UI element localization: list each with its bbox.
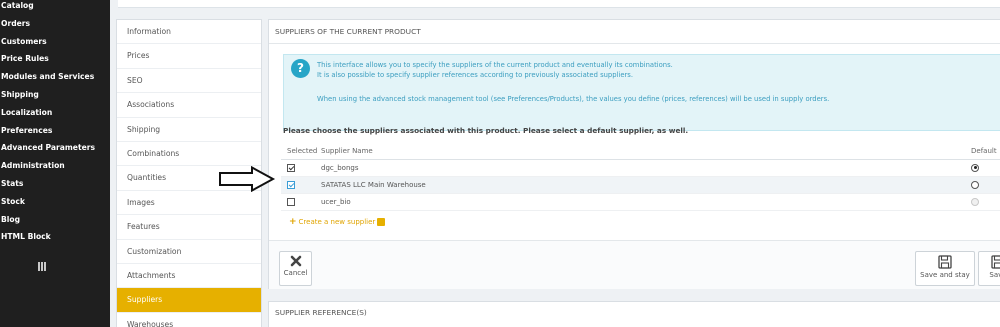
supplier-name: dgc_bongs <box>321 159 961 177</box>
supplier-name: ucer_bio <box>321 193 961 211</box>
tab-customization[interactable]: Customization <box>117 240 261 264</box>
cancel-button[interactable]: Cancel <box>279 251 312 286</box>
save-button[interactable]: Save <box>978 251 1000 286</box>
save-and-stay-label: Save and stay <box>920 271 970 279</box>
header-default: Default <box>961 143 1000 160</box>
external-edit-icon <box>377 218 386 226</box>
info-line-1: This interface allows you to specify the… <box>317 61 673 69</box>
menu-item-modules[interactable]: Modules and Services <box>0 68 110 86</box>
floppy-disk-icon <box>938 255 952 269</box>
menu-item-stats[interactable]: Stats <box>0 175 110 193</box>
supplier-checkbox[interactable] <box>287 163 295 172</box>
plus-icon: + <box>289 217 297 227</box>
menu-item-stock[interactable]: Stock <box>0 193 110 211</box>
tab-suppliers[interactable]: Suppliers <box>117 288 261 313</box>
tab-combinations[interactable]: Combinations <box>117 142 261 167</box>
admin-sidebar: Catalog Orders Customers Price Rules Mod… <box>0 0 110 327</box>
menu-item-orders[interactable]: Orders <box>0 15 110 33</box>
info-line-2: It is also possible to specify supplier … <box>317 71 633 79</box>
top-strip <box>118 0 1000 8</box>
save-and-stay-button[interactable]: Save and stay <box>915 251 975 286</box>
instruction-text: Please choose the suppliers associated w… <box>283 126 689 135</box>
supplier-reference-heading: SUPPLIER REFERENCE(S) <box>275 308 367 317</box>
menu-item-price-rules[interactable]: Price Rules <box>0 50 110 68</box>
tab-associations[interactable]: Associations <box>117 93 261 118</box>
create-supplier-label: Create a new supplier <box>298 218 376 226</box>
menu-item-advanced-parameters[interactable]: Advanced Parameters <box>0 139 110 157</box>
save-label: Save <box>989 271 1000 279</box>
question-circle-icon: ? <box>291 59 310 78</box>
header-selected: Selected <box>281 143 321 160</box>
menu-item-blog[interactable]: Blog <box>0 211 110 229</box>
default-radio <box>971 197 979 206</box>
suppliers-table: Selected Supplier Name Default dgc_bongs… <box>281 143 1000 211</box>
tab-features[interactable]: Features <box>117 215 261 240</box>
tab-prices[interactable]: Prices <box>117 44 261 69</box>
table-row: ucer_bio <box>281 193 1000 211</box>
supplier-checkbox[interactable] <box>287 180 295 189</box>
supplier-reference-panel: SUPPLIER REFERENCE(S) <box>268 301 1000 327</box>
menu-item-preferences[interactable]: Preferences <box>0 122 110 140</box>
menu-item-localization[interactable]: Localization <box>0 104 110 122</box>
tab-information[interactable]: Information <box>117 20 261 45</box>
tab-warehouses[interactable]: Warehouses <box>117 313 261 327</box>
info-line-3: When using the advanced stock management… <box>317 95 830 103</box>
panel-footer: Cancel Save and stay Save <box>269 240 1000 289</box>
menu-item-administration[interactable]: Administration <box>0 157 110 175</box>
tab-attachments[interactable]: Attachments <box>117 264 261 289</box>
create-supplier-link[interactable]: + Create a new supplier <box>289 217 386 227</box>
tab-seo[interactable]: SEO <box>117 69 261 94</box>
menu-item-customers[interactable]: Customers <box>0 33 110 51</box>
floppy-disk-icon <box>991 255 1000 269</box>
collapse-menu-icon[interactable] <box>38 262 48 271</box>
menu-item-html-block[interactable]: HTML Block <box>0 228 110 246</box>
table-row: SATATAS LLC Main Warehouse <box>281 176 1000 194</box>
close-icon <box>290 255 301 267</box>
header-supplier-name: Supplier Name <box>321 143 961 160</box>
table-header-row: Selected Supplier Name Default <box>281 143 1000 160</box>
cancel-label: Cancel <box>283 269 308 277</box>
default-radio[interactable] <box>971 163 979 172</box>
suppliers-panel: SUPPLIERS OF THE CURRENT PRODUCT ? This … <box>268 19 1000 289</box>
supplier-name: SATATAS LLC Main Warehouse <box>321 176 961 194</box>
info-alert: ? This interface allows you to specify t… <box>283 54 1000 131</box>
annotation-arrow-icon <box>219 166 276 192</box>
admin-menu: Catalog Orders Customers Price Rules Mod… <box>0 0 110 246</box>
supplier-checkbox[interactable] <box>287 197 295 206</box>
default-radio[interactable] <box>971 180 979 189</box>
panel-heading: SUPPLIERS OF THE CURRENT PRODUCT <box>269 20 1000 44</box>
menu-item-catalog[interactable]: Catalog <box>0 0 110 15</box>
table-row: dgc_bongs <box>281 159 1000 177</box>
tab-images[interactable]: Images <box>117 191 261 216</box>
menu-item-shipping[interactable]: Shipping <box>0 86 110 104</box>
tab-shipping[interactable]: Shipping <box>117 118 261 142</box>
